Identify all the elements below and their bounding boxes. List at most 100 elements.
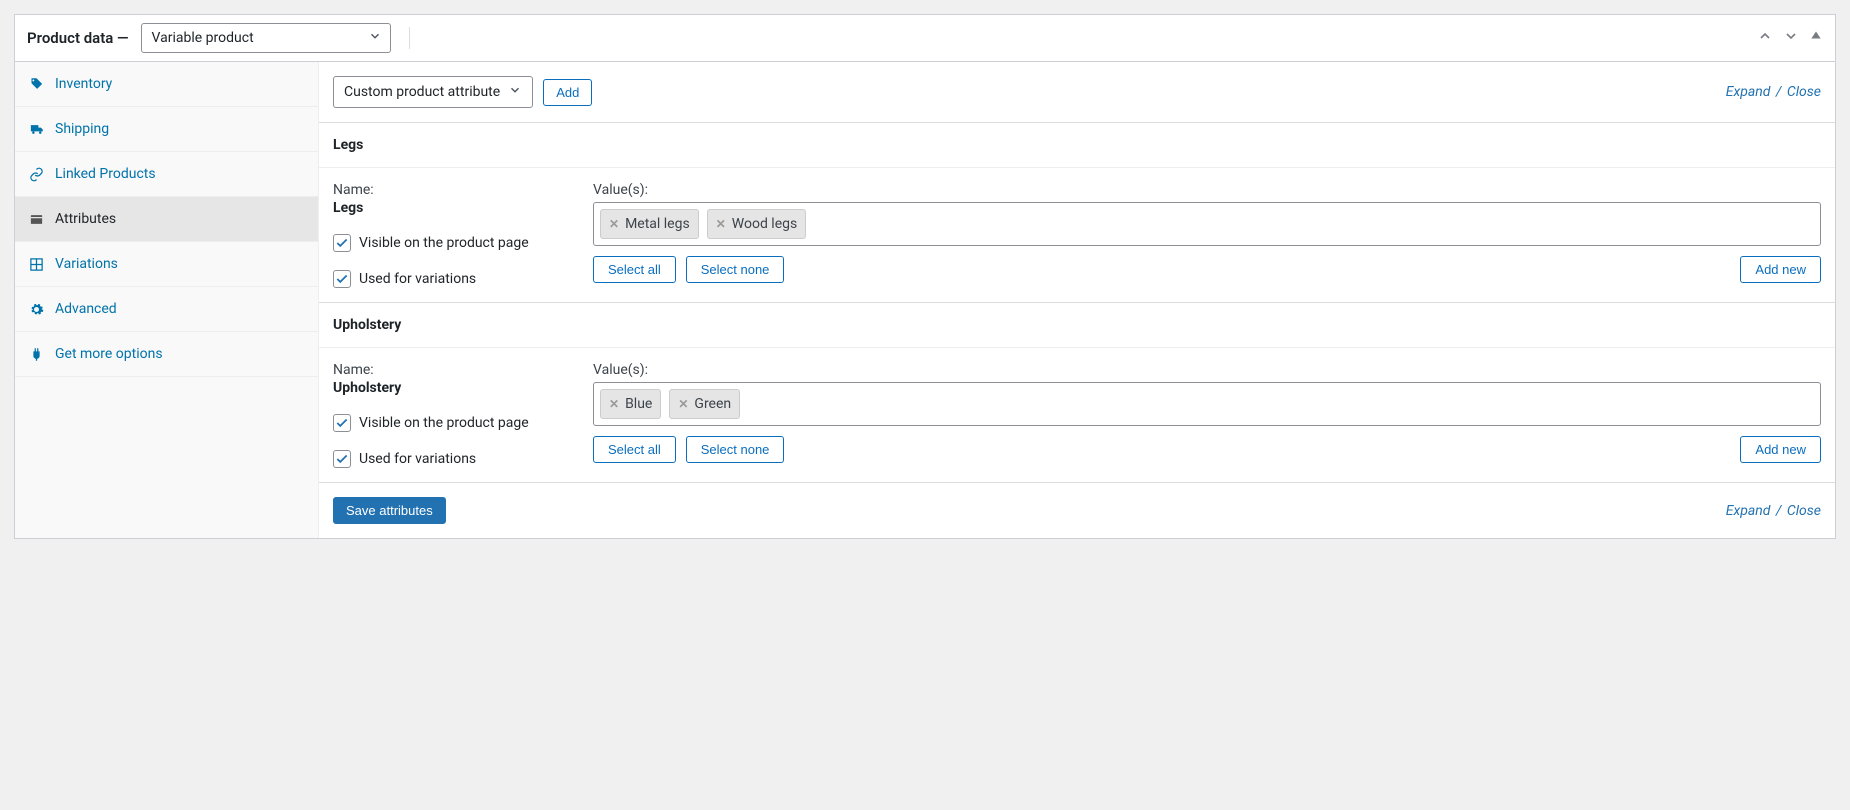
add-new-button[interactable]: Add new (1740, 436, 1821, 463)
chevron-down-icon (508, 83, 522, 101)
value-actions: Select all Select none Add new (593, 256, 1821, 283)
attribute-value-tag[interactable]: ✕ Metal legs (600, 209, 699, 239)
remove-icon[interactable]: ✕ (609, 397, 619, 411)
sidebar-item-linked-products[interactable]: Linked Products (15, 152, 318, 197)
visible-row: Visible on the product page (333, 234, 573, 252)
sidebar: Inventory Shipping Linked Products Attri… (15, 62, 319, 538)
close-link[interactable]: Close (1787, 503, 1821, 519)
values-input[interactable]: ✕ Metal legs ✕ Wood legs (593, 202, 1821, 246)
used-variations-checkbox[interactable] (333, 270, 351, 288)
product-type-value: Variable product (152, 30, 254, 46)
toolbar: Custom product attribute Add Expand / Cl… (319, 62, 1835, 122)
attribute-value-tag[interactable]: ✕ Wood legs (707, 209, 807, 239)
expand-link[interactable]: Expand (1726, 84, 1771, 100)
tag-icon (27, 77, 45, 92)
close-link[interactable]: Close (1787, 84, 1821, 100)
attribute-body: Name: Legs Visible on the product page U… (319, 167, 1835, 302)
remove-icon[interactable]: ✕ (716, 217, 726, 231)
values-input[interactable]: ✕ Blue ✕ Green (593, 382, 1821, 426)
link-icon (27, 167, 45, 182)
values-label: Value(s): (593, 182, 1821, 198)
chevron-down-icon (368, 29, 382, 47)
sidebar-item-label: Linked Products (55, 166, 156, 182)
attribute-value-tag[interactable]: ✕ Green (669, 389, 740, 419)
grid-icon (27, 257, 45, 272)
attribute-block: Legs Name: Legs Visible on the product p… (319, 122, 1835, 302)
card-icon (27, 212, 45, 227)
visible-checkbox[interactable] (333, 234, 351, 252)
panel-header: Product data — Variable product (15, 15, 1835, 62)
attribute-left: Name: Upholstery Visible on the product … (333, 362, 573, 468)
remove-icon[interactable]: ✕ (678, 397, 688, 411)
select-all-button[interactable]: Select all (593, 436, 676, 463)
attribute-type-value: Custom product attribute (344, 84, 500, 100)
attribute-body: Name: Upholstery Visible on the product … (319, 347, 1835, 482)
visible-checkbox[interactable] (333, 414, 351, 432)
visible-label: Visible on the product page (359, 235, 529, 251)
attribute-left: Name: Legs Visible on the product page U… (333, 182, 573, 288)
select-none-button[interactable]: Select none (686, 256, 785, 283)
gear-icon (27, 302, 45, 317)
sidebar-item-label: Shipping (55, 121, 109, 137)
sep: / (1776, 84, 1782, 100)
name-label: Name: (333, 182, 573, 198)
name-label: Name: (333, 362, 573, 378)
save-attributes-button[interactable]: Save attributes (333, 497, 446, 524)
attribute-name: Legs (333, 200, 573, 216)
attribute-name: Upholstery (333, 380, 573, 396)
plug-icon (27, 347, 45, 362)
attribute-value-tag[interactable]: ✕ Blue (600, 389, 661, 419)
variations-row: Used for variations (333, 270, 573, 288)
attribute-title[interactable]: Upholstery (319, 303, 1835, 347)
attribute-right: Value(s): ✕ Metal legs ✕ Wood legs Select a… (593, 182, 1821, 288)
attribute-title[interactable]: Legs (319, 123, 1835, 167)
panel-title: Product data — (27, 29, 129, 47)
truck-icon (27, 122, 45, 137)
variations-label: Used for variations (359, 451, 476, 467)
chevron-up-icon[interactable] (1757, 28, 1773, 48)
sidebar-item-inventory[interactable]: Inventory (15, 62, 318, 107)
sidebar-item-label: Variations (55, 256, 118, 272)
select-all-button[interactable]: Select all (593, 256, 676, 283)
sidebar-item-attributes[interactable]: Attributes (15, 197, 318, 242)
sidebar-item-label: Attributes (55, 211, 116, 227)
attribute-right: Value(s): ✕ Blue ✕ Green Select all Select … (593, 362, 1821, 468)
tag-label: Wood legs (732, 216, 797, 232)
panel-body: Inventory Shipping Linked Products Attri… (15, 62, 1835, 538)
sidebar-item-advanced[interactable]: Advanced (15, 287, 318, 332)
expand-close: Expand / Close (1726, 84, 1821, 100)
divider (409, 27, 410, 49)
attribute-block: Upholstery Name: Upholstery Visible on t… (319, 302, 1835, 482)
product-data-panel: Product data — Variable product Inventor… (14, 14, 1836, 539)
chevron-down-icon[interactable] (1783, 28, 1799, 48)
sidebar-item-label: Get more options (55, 346, 163, 362)
add-new-button[interactable]: Add new (1740, 256, 1821, 283)
tag-label: Blue (625, 396, 652, 412)
variations-row: Used for variations (333, 450, 573, 468)
sep: / (1776, 503, 1782, 519)
add-button[interactable]: Add (543, 79, 592, 106)
visible-label: Visible on the product page (359, 415, 529, 431)
variations-label: Used for variations (359, 271, 476, 287)
sidebar-item-label: Advanced (55, 301, 117, 317)
expand-close-footer: Expand / Close (1726, 503, 1821, 519)
used-variations-checkbox[interactable] (333, 450, 351, 468)
expand-link[interactable]: Expand (1726, 503, 1771, 519)
values-label: Value(s): (593, 362, 1821, 378)
sidebar-item-label: Inventory (55, 76, 112, 92)
triangle-up-icon[interactable] (1809, 28, 1823, 48)
product-type-select[interactable]: Variable product (141, 23, 391, 53)
sidebar-item-variations[interactable]: Variations (15, 242, 318, 287)
tag-label: Green (694, 396, 731, 412)
value-actions: Select all Select none Add new (593, 436, 1821, 463)
visible-row: Visible on the product page (333, 414, 573, 432)
remove-icon[interactable]: ✕ (609, 217, 619, 231)
attribute-type-select[interactable]: Custom product attribute (333, 76, 533, 108)
sidebar-item-get-more[interactable]: Get more options (15, 332, 318, 377)
content: Custom product attribute Add Expand / Cl… (319, 62, 1835, 538)
sidebar-item-shipping[interactable]: Shipping (15, 107, 318, 152)
select-none-button[interactable]: Select none (686, 436, 785, 463)
footer: Save attributes Expand / Close (319, 482, 1835, 538)
tag-label: Metal legs (625, 216, 690, 232)
panel-controls (1757, 28, 1823, 48)
